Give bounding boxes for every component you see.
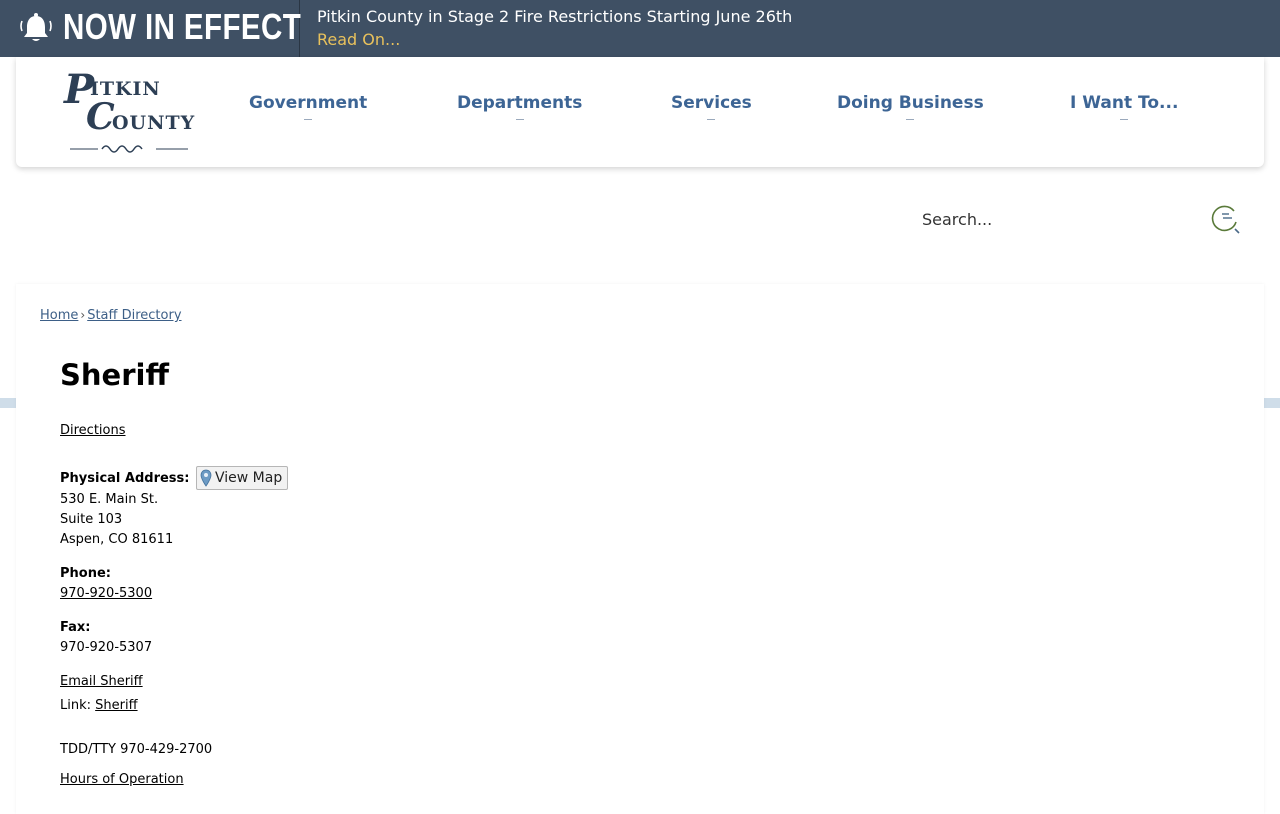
nav-indicator	[515, 119, 524, 120]
decorative-band-left	[0, 398, 16, 408]
svg-text:C: C	[86, 96, 115, 138]
fax-label: Fax:	[60, 620, 91, 635]
search-icon[interactable]	[1209, 204, 1243, 236]
nav-doing-business[interactable]: Doing Business	[837, 93, 984, 120]
alert-read-on-link[interactable]: Read On...	[317, 30, 400, 49]
breadcrumb-home-link[interactable]: Home	[40, 308, 78, 323]
address-line-3: Aspen, CO 81611	[60, 532, 174, 547]
search-input[interactable]: Search...	[922, 210, 992, 229]
map-pin-icon	[200, 469, 212, 487]
website-link-row: Link: Sheriff	[60, 698, 138, 713]
hours-of-operation-link[interactable]: Hours of Operation	[60, 772, 184, 787]
fax-value: 970-920-5307	[60, 640, 153, 655]
nav-i-want-to-label: I Want To...	[1070, 93, 1179, 113]
nav-government[interactable]: Government	[249, 93, 367, 120]
nav-indicator	[707, 119, 716, 120]
tdd-tty-text: TDD/TTY 970-429-2700	[60, 742, 213, 757]
bell-icon	[20, 13, 52, 41]
address-line-2: Suite 103	[60, 512, 123, 527]
alert-message: Pitkin County in Stage 2 Fire Restrictio…	[317, 7, 793, 26]
sheriff-website-link[interactable]: Sheriff	[95, 698, 137, 713]
physical-address-label: Physical Address:	[60, 471, 190, 486]
breadcrumb-separator: ›	[80, 308, 86, 322]
nav-indicator	[304, 119, 313, 120]
site-header: P ITKIN C OUNTY Government Departments S…	[16, 57, 1264, 167]
nav-indicator	[1120, 119, 1129, 120]
page-title: Sheriff	[60, 358, 169, 392]
breadcrumb-staff-directory-link[interactable]: Staff Directory	[87, 308, 181, 323]
nav-i-want-to[interactable]: I Want To...	[1070, 93, 1178, 120]
alert-bar: NOW IN EFFECT Pitkin County in Stage 2 F…	[0, 0, 1280, 57]
nav-services-label: Services	[671, 93, 752, 113]
pitkin-county-logo[interactable]: P ITKIN C OUNTY	[62, 67, 196, 159]
decorative-band-right	[1264, 398, 1280, 408]
directions-link[interactable]: Directions	[60, 423, 126, 438]
nav-government-label: Government	[249, 93, 368, 113]
address-line-1: 530 E. Main St.	[60, 492, 159, 507]
alert-title: NOW IN EFFECT	[63, 6, 302, 47]
link-prefix: Link:	[60, 698, 92, 713]
nav-departments-label: Departments	[457, 93, 583, 113]
view-map-label: View Map	[215, 470, 283, 486]
nav-doing-business-label: Doing Business	[837, 93, 984, 113]
nav-departments[interactable]: Departments	[457, 93, 582, 120]
view-map-button[interactable]: View Map	[196, 466, 289, 490]
breadcrumb: Home › Staff Directory	[40, 308, 182, 323]
content-panel	[16, 284, 1264, 814]
phone-link[interactable]: 970-920-5300	[60, 586, 152, 601]
nav-services[interactable]: Services	[671, 93, 752, 120]
alert-label: NOW IN EFFECT	[0, 0, 302, 57]
nav-indicator	[906, 119, 915, 120]
svg-text:OUNTY: OUNTY	[112, 112, 195, 134]
email-sheriff-link[interactable]: Email Sheriff	[60, 674, 143, 689]
phone-label: Phone:	[60, 566, 111, 581]
